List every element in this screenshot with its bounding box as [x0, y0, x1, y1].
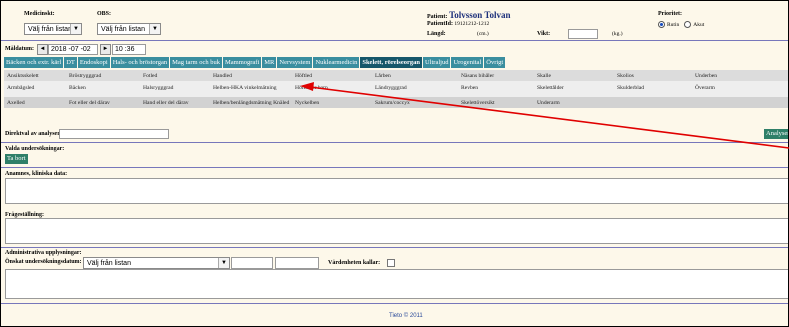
- annotation-arrow-line: [309, 86, 789, 149]
- annotation-arrow-head: [300, 82, 314, 91]
- annotation-arrow: [300, 82, 789, 149]
